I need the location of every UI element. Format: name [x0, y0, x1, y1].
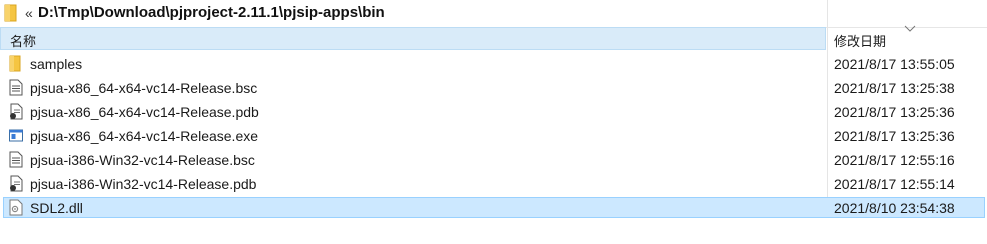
- file-name[interactable]: SDL2.dll: [30, 199, 83, 217]
- address-bar[interactable]: « D:\Tmp\Download\pjproject-2.11.1\pjsip…: [0, 0, 987, 28]
- pdb-file-icon: [9, 103, 23, 120]
- file-name[interactable]: pjsua-x86_64-x64-vc14-Release.pdb: [30, 103, 259, 121]
- sort-descending-icon: [904, 25, 916, 32]
- column-header-name-label: 名称: [10, 34, 37, 49]
- exe-file-icon: [9, 127, 23, 144]
- document-icon: [9, 79, 23, 96]
- address-path[interactable]: D:\Tmp\Download\pjproject-2.11.1\pjsip-a…: [38, 4, 385, 22]
- pdb-file-icon: [9, 175, 23, 192]
- folder-icon: [4, 4, 17, 22]
- file-name[interactable]: samples: [30, 55, 82, 73]
- file-row[interactable]: pjsua-i386-Win32-vc14-Release.pdb 2021/8/…: [0, 172, 987, 196]
- file-row[interactable]: pjsua-x86_64-x64-vc14-Release.exe 2021/8/…: [0, 124, 987, 148]
- file-date-modified: 2021/8/17 13:25:38: [834, 80, 955, 96]
- document-icon: [9, 151, 23, 168]
- file-date-modified: 2021/8/17 12:55:16: [834, 152, 955, 168]
- file-date-modified: 2021/8/17 12:55:14: [834, 176, 955, 192]
- file-row[interactable]: pjsua-i386-Win32-vc14-Release.bsc 2021/8/…: [0, 148, 987, 172]
- file-date-modified: 2021/8/17 13:25:36: [834, 128, 955, 144]
- file-name[interactable]: pjsua-x86_64-x64-vc14-Release.bsc: [30, 79, 257, 97]
- file-list: samples 2021/8/17 13:55:05 pjsua-x86_64-x6…: [0, 52, 987, 220]
- column-header-row: 名称 修改日期: [0, 25, 987, 51]
- file-name[interactable]: pjsua-i386-Win32-vc14-Release.pdb: [30, 175, 256, 193]
- file-date-modified: 2021/8/10 23:54:38: [834, 200, 955, 216]
- file-row[interactable]: pjsua-x86_64-x64-vc14-Release.pdb 2021/8/…: [0, 100, 987, 124]
- column-header-date-modified[interactable]: 修改日期: [828, 25, 987, 50]
- column-header-date-label: 修改日期: [834, 34, 887, 49]
- file-date-modified: 2021/8/17 13:25:36: [834, 104, 955, 120]
- dll-file-icon: [9, 199, 23, 216]
- folder-icon: [9, 55, 23, 72]
- file-row[interactable]: samples 2021/8/17 13:55:05: [0, 52, 987, 76]
- column-header-name[interactable]: 名称: [0, 27, 826, 50]
- file-row[interactable]: SDL2.dll 2021/8/10 23:54:38: [0, 196, 987, 220]
- file-name[interactable]: pjsua-x86_64-x64-vc14-Release.exe: [30, 127, 258, 145]
- file-row[interactable]: pjsua-x86_64-x64-vc14-Release.bsc 2021/8/…: [0, 76, 987, 100]
- file-date-modified: 2021/8/17 13:55:05: [834, 56, 955, 72]
- path-overflow-chevron[interactable]: «: [25, 4, 33, 22]
- file-name[interactable]: pjsua-i386-Win32-vc14-Release.bsc: [30, 151, 255, 169]
